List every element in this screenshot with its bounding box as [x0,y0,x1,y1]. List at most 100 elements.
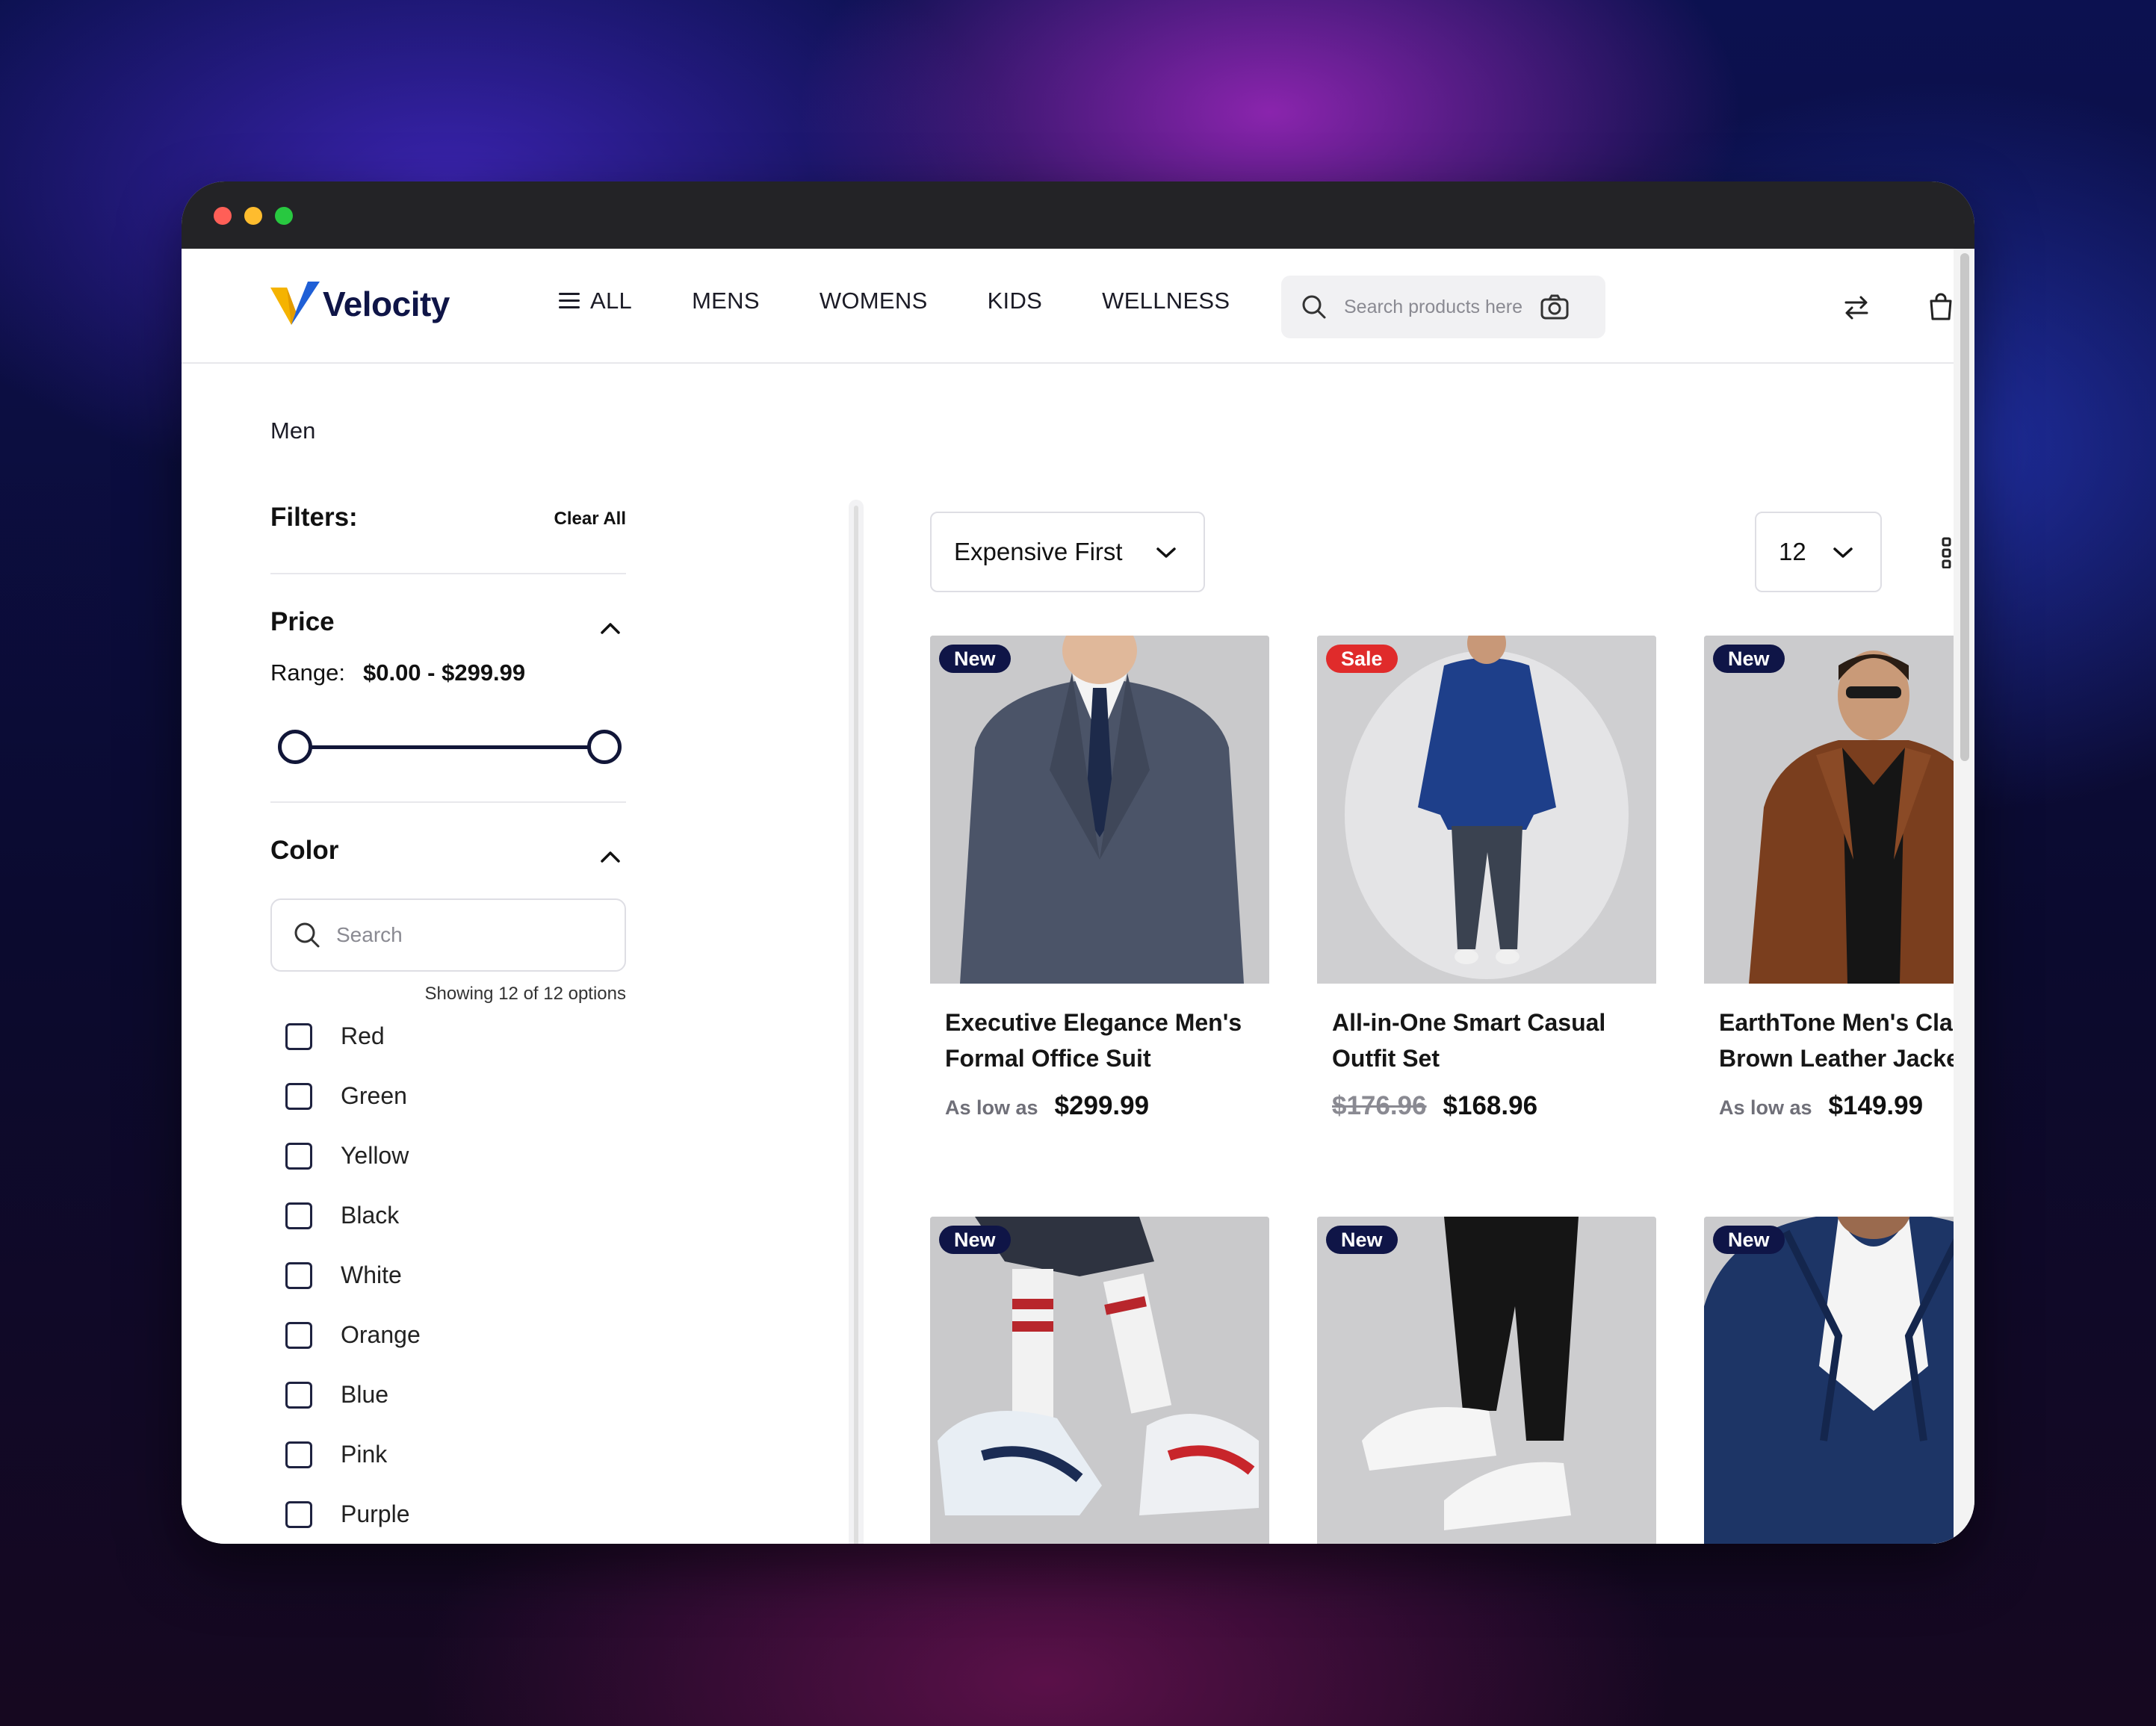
option-label: Yellow [341,1142,409,1169]
product-image[interactable]: New [1317,1217,1656,1544]
product-card[interactable]: New Executive Elegance Men's Formal Offi… [930,636,1269,1121]
search-icon [1302,295,1326,319]
price-range-label: Range: $0.00 - $299.99 [270,659,525,686]
camera-search-icon[interactable] [1540,294,1570,320]
search-input[interactable] [1344,296,1546,318]
product-name[interactable]: Executive Elegance Men's Formal Office S… [945,1005,1259,1076]
breadcrumb[interactable]: Men [270,417,315,444]
product-image[interactable]: New [1704,636,1954,984]
slider-min-handle[interactable] [278,730,312,764]
chevron-up-icon[interactable] [599,849,622,864]
color-option-pink[interactable]: Pink [285,1441,387,1468]
chevron-down-icon [1156,547,1176,558]
suit-image [930,636,1269,984]
close-window-button[interactable] [214,207,232,225]
product-image[interactable]: Sale [1317,636,1656,984]
casual-outfit-image [1317,636,1656,984]
product-image[interactable]: New [1704,1217,1954,1544]
color-search-input[interactable] [336,923,605,947]
option-label: Orange [341,1321,421,1348]
color-option-yellow[interactable]: Yellow [285,1142,409,1170]
per-page-dropdown[interactable]: 12 [1755,512,1882,592]
scrollbar-thumb[interactable] [854,506,858,1544]
product-card[interactable]: New [1704,1217,1954,1544]
nav-mens[interactable]: MENS [692,288,760,314]
checkbox[interactable] [285,1441,312,1468]
checkbox[interactable] [285,1381,312,1409]
checkbox[interactable] [285,1022,312,1050]
checkbox[interactable] [285,1261,312,1289]
product-price: $149.99 [1828,1091,1924,1120]
chevron-up-icon[interactable] [599,621,622,636]
checkbox[interactable] [285,1142,312,1170]
color-filter-title[interactable]: Color [270,836,338,866]
product-card[interactable]: New [1317,1217,1656,1544]
hoodie-image [1704,1217,1954,1544]
new-badge: New [1713,1226,1785,1254]
shopping-bag-icon[interactable] [1926,292,1954,322]
product-card[interactable]: New EarthTone Men's Classic Brown Leathe… [1704,636,1954,1121]
search-icon [294,922,320,948]
color-search-box [270,898,626,972]
nav-wellness[interactable]: WELLNESS [1102,288,1230,314]
sort-value: Expensive First [954,538,1123,565]
checkbox[interactable] [285,1202,312,1229]
checkbox[interactable] [285,1500,312,1528]
color-option-black[interactable]: Black [285,1202,399,1229]
color-option-blue[interactable]: Blue [285,1381,388,1409]
option-label: Black [341,1202,400,1229]
product-name[interactable]: EarthTone Men's Classic Brown Leather Ja… [1719,1005,1954,1076]
product-image[interactable]: New [930,636,1269,984]
filters-divider [270,573,626,574]
range-label-text: Range: [270,659,345,686]
compare-icon[interactable] [1841,292,1871,322]
nav-all-label: ALL [590,288,633,314]
sale-badge: Sale [1326,645,1398,673]
clear-all-button[interactable]: Clear All [554,509,626,530]
velocity-logo-icon [270,282,320,325]
filters-panel: Filters: Clear All Price Range: $0.00 - $… [270,503,626,1528]
option-label: Green [341,1082,407,1109]
original-price: $176.96 [1332,1091,1427,1120]
price-range-value: $0.00 - $299.99 [362,659,526,686]
nav-kids[interactable]: KIDS [988,288,1043,314]
price-filter-title[interactable]: Price [270,607,335,637]
option-label: Blue [341,1381,389,1408]
color-option-green[interactable]: Green [285,1082,407,1110]
brand-name: Velocity [323,285,450,323]
filters-scrollbar[interactable] [849,500,864,1544]
page-scrollbar[interactable] [1954,249,1974,1544]
chevron-down-icon [1833,547,1853,558]
option-label: Red [341,1022,385,1049]
window-titlebar [182,181,1974,249]
checkbox[interactable] [285,1321,312,1349]
sort-dropdown[interactable]: Expensive First [930,512,1205,592]
color-option-orange[interactable]: Orange [285,1321,421,1349]
minimize-window-button[interactable] [244,207,262,225]
product-card[interactable]: New [930,1217,1269,1544]
leather-jacket-image [1704,636,1954,984]
slider-max-handle[interactable] [587,730,622,764]
product-card[interactable]: Sale All-in-One Smart Casual Outfit Set … [1317,636,1656,1121]
price-range-slider[interactable] [278,728,622,766]
brand-logo[interactable]: Velocity [270,282,450,326]
nav-all[interactable]: ALL [559,288,632,314]
nav-womens[interactable]: WOMENS [820,288,928,314]
scrollbar-thumb[interactable] [1960,253,1969,761]
color-option-white[interactable]: White [285,1261,402,1289]
option-label: Purple [341,1500,410,1527]
maximize-window-button[interactable] [275,207,293,225]
option-label: White [341,1261,402,1288]
price-prefix: As low as [945,1096,1038,1119]
sneakers-image [930,1217,1269,1544]
checkbox[interactable] [285,1082,312,1110]
color-option-red[interactable]: Red [285,1022,385,1050]
price-prefix: As low as [1719,1096,1812,1119]
product-image[interactable]: New [930,1217,1269,1544]
product-name[interactable]: All-in-One Smart Casual Outfit Set [1332,1005,1646,1076]
color-option-purple[interactable]: Purple [285,1500,410,1528]
main-nav: ALL MENS WOMENS KIDS WELLNESS [559,288,1289,314]
product-price: $299.99 [1054,1091,1150,1120]
price-row: As low as $299.99 [945,1091,1269,1121]
list-view-icon[interactable] [1942,537,1954,568]
